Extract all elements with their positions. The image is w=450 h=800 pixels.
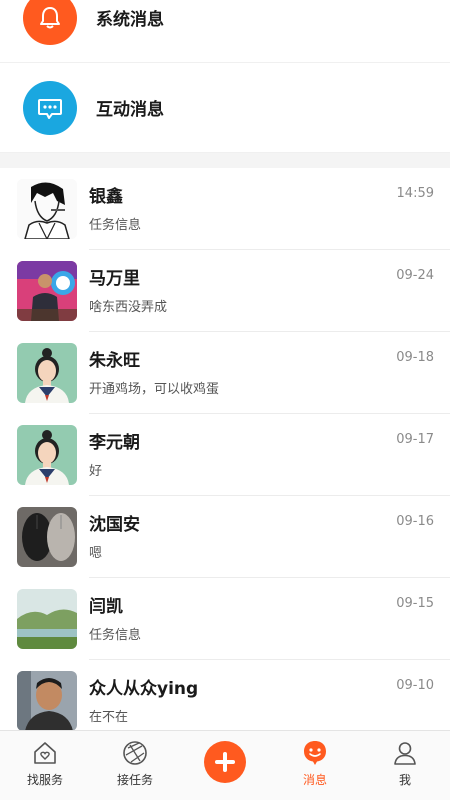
system-messages-title: 系统消息 xyxy=(96,10,164,30)
person-icon xyxy=(391,739,419,767)
chat-preview: 任务信息 xyxy=(89,628,142,643)
manga-avatar xyxy=(17,179,77,239)
bottom-tab-bar: 找服务 接任务 消息 我 xyxy=(0,730,450,800)
chat-name: 马万里 xyxy=(89,269,140,289)
tab-label: 我 xyxy=(398,773,411,787)
chat-preview: 好 xyxy=(89,464,103,479)
chat-preview: 嗯 xyxy=(89,546,103,561)
default-girl-avatar xyxy=(17,425,77,485)
chat-time: 09-17 xyxy=(396,432,434,447)
interaction-messages-title: 互动消息 xyxy=(96,100,164,120)
chat-item[interactable]: 马万里 啥东西没弄成 09-24 xyxy=(0,250,450,332)
chat-item[interactable]: 沈国安 嗯 09-16 xyxy=(0,496,450,578)
chat-item[interactable]: 银鑫 任务信息 14:59 xyxy=(0,168,450,250)
messages-page: 系统消息 互动消息 银鑫 任务信息 14:59 马万里 啥东西没弄成 09-24… xyxy=(0,0,450,800)
chat-preview: 任务信息 xyxy=(89,218,142,233)
aperture-icon xyxy=(121,739,149,767)
chat-preview: 在不在 xyxy=(89,710,129,725)
chat-item[interactable]: 朱永旺 开通鸡场，可以收鸡蛋 09-18 xyxy=(0,332,450,414)
tab-label: 找服务 xyxy=(26,773,63,787)
chat-name: 朱永旺 xyxy=(89,351,140,371)
mouse-photo-avatar xyxy=(17,507,77,567)
tab-label: 接任务 xyxy=(116,773,153,787)
system-messages-row[interactable]: 系统消息 xyxy=(0,0,450,63)
chat-name: 李元朝 xyxy=(89,433,140,453)
chat-time: 14:59 xyxy=(396,186,434,201)
chat-time: 09-10 xyxy=(396,678,434,693)
tab-label: 消息 xyxy=(302,773,327,787)
tab-me[interactable]: 我 xyxy=(360,731,450,800)
chat-time: 09-24 xyxy=(396,268,434,283)
landscape-avatar xyxy=(17,589,77,649)
chat-preview: 开通鸡场，可以收鸡蛋 xyxy=(89,382,220,397)
home-heart-icon xyxy=(31,739,59,767)
chat-item[interactable]: 李元朝 好 09-17 xyxy=(0,414,450,496)
chat-name: 众人从众ying xyxy=(89,679,199,699)
chat-time: 09-18 xyxy=(396,350,434,365)
chat-time: 09-16 xyxy=(396,514,434,529)
chat-preview: 啥东西没弄成 xyxy=(89,300,168,315)
tab-publish[interactable] xyxy=(180,731,270,800)
photo-avatar xyxy=(17,261,77,321)
bell-icon xyxy=(23,0,77,45)
default-girl-avatar xyxy=(17,343,77,403)
interaction-messages-row[interactable]: 互动消息 xyxy=(0,63,450,153)
man-photo-avatar xyxy=(17,671,77,731)
chat-time: 09-15 xyxy=(396,596,434,611)
smile-bubble-icon xyxy=(301,739,329,767)
section-divider xyxy=(0,153,450,168)
chat-bubble-icon xyxy=(23,80,77,135)
chat-list: 银鑫 任务信息 14:59 马万里 啥东西没弄成 09-24 朱永旺 开通鸡场，… xyxy=(0,168,450,742)
chat-name: 银鑫 xyxy=(89,187,123,207)
tab-accept-task[interactable]: 接任务 xyxy=(90,731,180,800)
chat-item[interactable]: 闫凯 任务信息 09-15 xyxy=(0,578,450,660)
plus-icon xyxy=(204,741,246,783)
tab-messages[interactable]: 消息 xyxy=(270,731,360,800)
chat-name: 沈国安 xyxy=(89,515,140,535)
chat-name: 闫凯 xyxy=(89,597,123,617)
tab-find-service[interactable]: 找服务 xyxy=(0,731,90,800)
